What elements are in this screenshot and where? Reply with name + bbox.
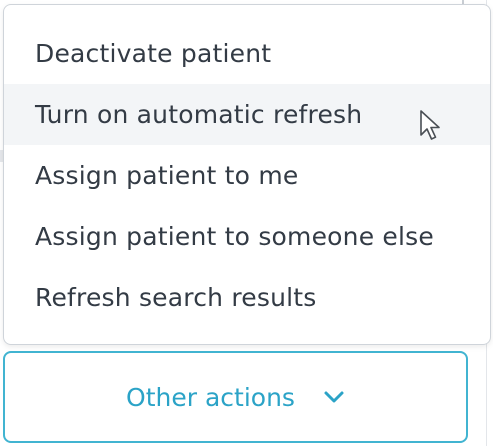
menu-item-assign-patient-to-me[interactable]: Assign patient to me — [4, 145, 490, 206]
menu-item-assign-patient-to-someone-else[interactable]: Assign patient to someone else — [4, 206, 490, 267]
mouse-pointer-icon — [420, 110, 440, 140]
menu-item-turn-on-automatic-refresh[interactable]: Turn on automatic refresh — [4, 84, 490, 145]
chevron-down-icon — [324, 391, 344, 403]
other-actions-label: Other actions — [126, 382, 295, 412]
screen: Deactivate patient Turn on automatic ref… — [0, 0, 493, 446]
menu-item-refresh-search-results[interactable]: Refresh search results — [4, 267, 490, 328]
menu-item-deactivate-patient[interactable]: Deactivate patient — [4, 23, 490, 84]
other-actions-menu: Deactivate patient Turn on automatic ref… — [3, 4, 491, 345]
other-actions-button[interactable]: Other actions — [3, 351, 468, 443]
